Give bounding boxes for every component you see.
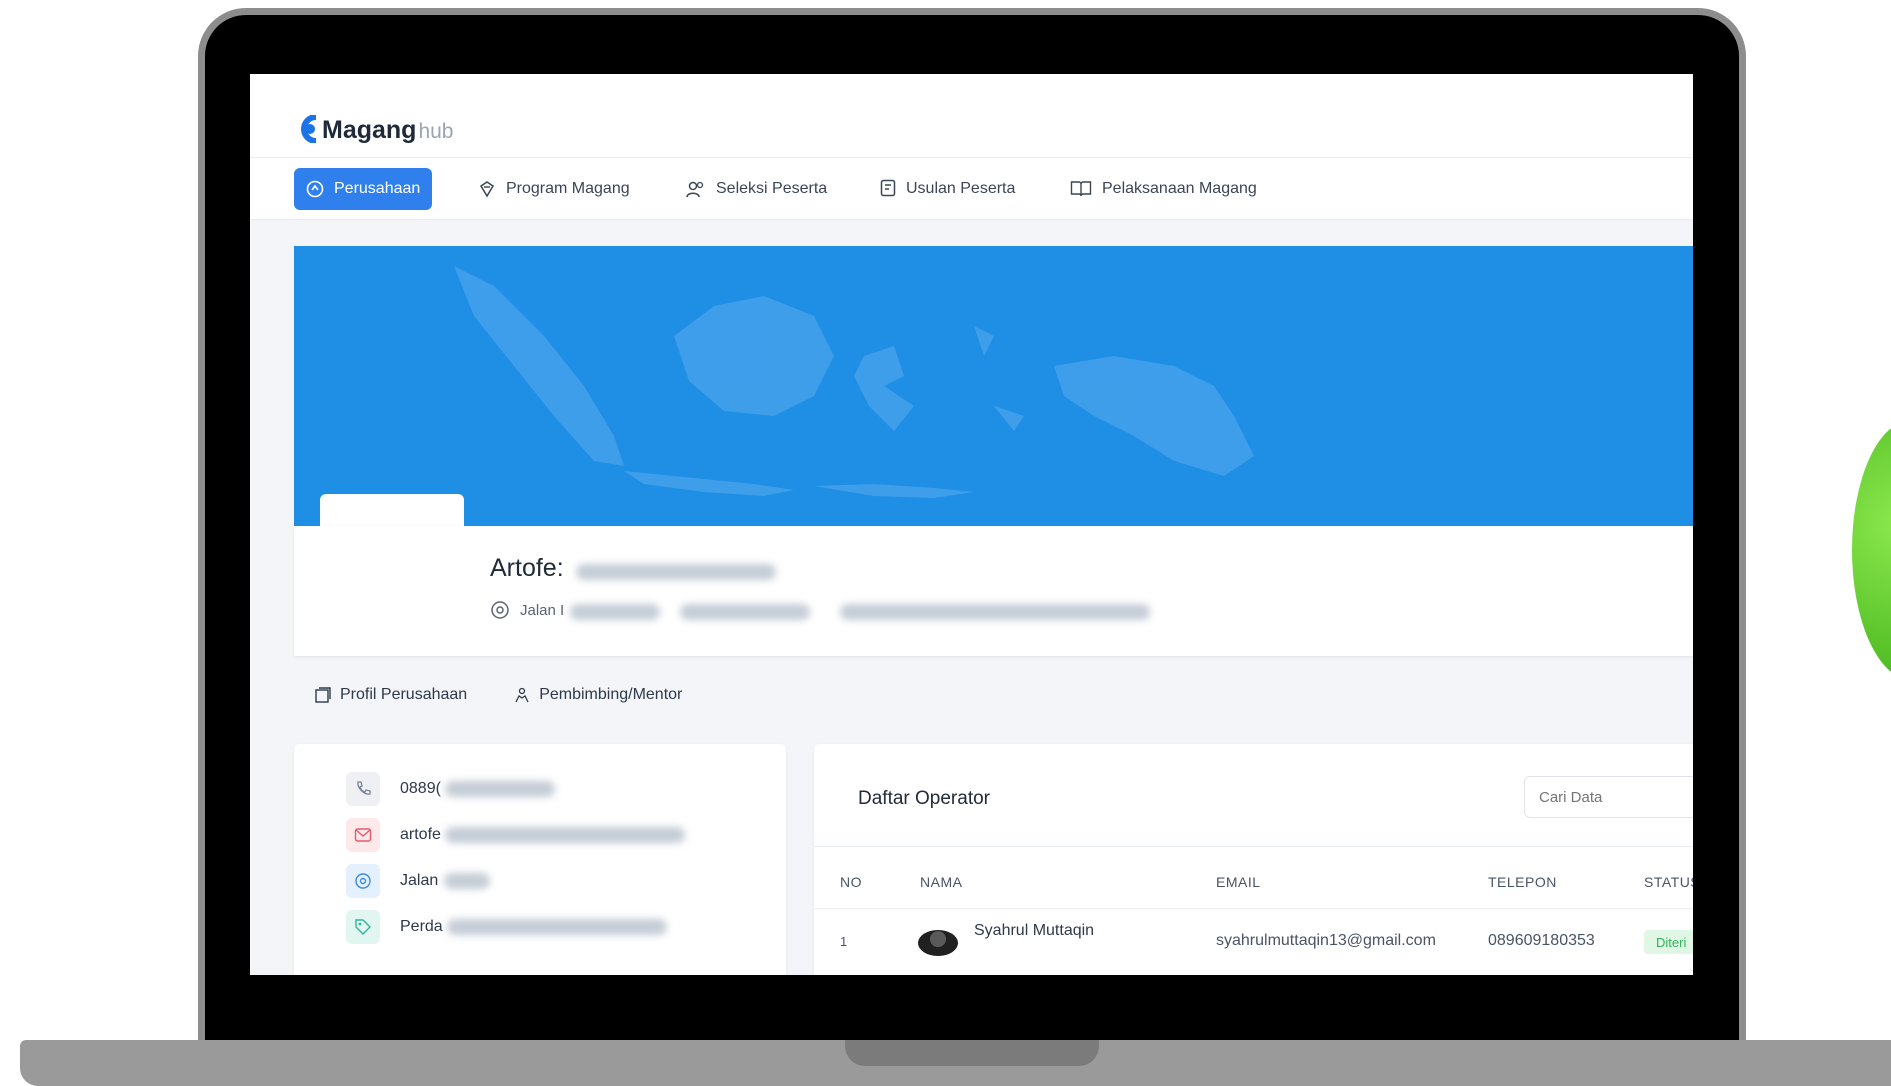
company-address-row: Jalan I <box>490 600 564 620</box>
redacted-address <box>570 604 660 620</box>
nav-label: Perusahaan <box>334 180 421 197</box>
column-header-email[interactable]: EMAIL <box>1216 874 1261 890</box>
tab-pembimbing-mentor[interactable]: Pembimbing/Mentor <box>513 686 682 704</box>
nav-item-program-magang[interactable]: Program Magang <box>466 168 642 210</box>
redacted-phone <box>680 604 810 620</box>
column-header-telepon[interactable]: TELEPON <box>1488 874 1557 890</box>
magang-logo-icon <box>301 115 317 143</box>
main-nav: Perusahaan Program Magang Seleksi Pesert… <box>250 158 1693 220</box>
redacted-email <box>840 604 1150 620</box>
nav-item-pelaksanaan-magang[interactable]: Pelaksanaan Magang <box>1058 168 1269 210</box>
nav-label: Usulan Peserta <box>906 180 1016 197</box>
nav-item-seleksi-peserta[interactable]: Seleksi Peserta <box>674 168 839 210</box>
redacted-contact <box>444 827 685 843</box>
column-header-no[interactable]: NO <box>840 874 862 890</box>
dashboard-icon <box>306 180 324 198</box>
row-email: syahrulmuttaqin13@gmail.com <box>1216 932 1436 949</box>
document-icon <box>880 179 896 197</box>
contact-category: Perda <box>346 910 667 944</box>
redacted-contact <box>444 873 491 889</box>
row-nama: Syahrul Muttaqin <box>974 922 1095 939</box>
tag-icon <box>346 910 380 944</box>
operator-table-card: Daftar Operator NO NAMA EMAIL TELEPON ST… <box>814 744 1693 975</box>
redacted-contact <box>444 781 555 797</box>
redacted-contact <box>446 919 667 935</box>
users-icon <box>686 181 704 198</box>
redacted-name <box>576 564 776 580</box>
brand-suffix: hub <box>418 120 454 143</box>
decorative-green-shape <box>1852 420 1891 680</box>
app-screen: Magang hub Perusahaan Program Magang Sel… <box>250 74 1693 975</box>
nav-label: Pelaksanaan Magang <box>1102 180 1257 197</box>
divider <box>814 908 1693 909</box>
subtab-label: Profil Perusahaan <box>340 686 468 703</box>
search-input[interactable] <box>1524 776 1693 818</box>
building-icon <box>315 687 331 703</box>
company-name: Artofe: <box>490 554 564 582</box>
contact-phone: 0889( <box>346 772 555 806</box>
contact-text: Perda <box>400 918 443 935</box>
nav-label: Program Magang <box>506 180 630 197</box>
company-profile-card <box>294 526 1693 656</box>
contact-info-card: 0889( artofe Jalan Perda <box>294 744 786 975</box>
row-no: 1 <box>840 934 848 949</box>
status-badge: Diteri <box>1644 930 1693 954</box>
row-telepon: 089609180353 <box>1488 932 1595 949</box>
contact-address: Jalan <box>346 864 491 898</box>
badge-icon <box>479 181 495 198</box>
app-header: Magang hub <box>250 74 1693 158</box>
company-banner <box>294 246 1693 526</box>
subtab-label: Pembimbing/Mentor <box>539 686 683 703</box>
mail-icon <box>346 818 380 852</box>
column-header-nama[interactable]: NAMA <box>920 874 962 890</box>
laptop-notch <box>845 1040 1099 1066</box>
nav-item-perusahaan[interactable]: Perusahaan <box>294 168 433 210</box>
company-logo-placeholder <box>320 494 464 528</box>
avatar <box>918 930 958 956</box>
contact-text: 0889( <box>400 780 441 797</box>
tab-profil-perusahaan[interactable]: Profil Perusahaan <box>314 686 467 704</box>
contact-text: artofe <box>400 826 441 843</box>
column-header-status[interactable]: STATUS <box>1644 874 1693 890</box>
contact-text: Jalan <box>400 872 439 889</box>
location-icon <box>346 864 380 898</box>
book-icon <box>1070 181 1092 197</box>
indonesia-map-icon <box>454 266 1254 498</box>
company-address: Jalan I <box>520 601 565 619</box>
profile-subtabs: Profil Perusahaan Pembimbing/Mentor <box>314 686 728 704</box>
brand-logo[interactable]: Magang hub <box>298 110 454 145</box>
operator-table-title: Daftar Operator <box>858 788 990 809</box>
nav-label: Seleksi Peserta <box>716 180 828 197</box>
contact-email: artofe <box>346 818 685 852</box>
brand-name: Magang <box>322 116 417 144</box>
location-icon <box>491 601 509 619</box>
nav-item-usulan-peserta[interactable]: Usulan Peserta <box>868 168 1027 210</box>
laptop-mockup: Magang hub Perusahaan Program Magang Sel… <box>0 0 1891 1086</box>
divider <box>814 846 1693 847</box>
mentor-icon <box>515 687 529 703</box>
phone-icon <box>346 772 380 806</box>
